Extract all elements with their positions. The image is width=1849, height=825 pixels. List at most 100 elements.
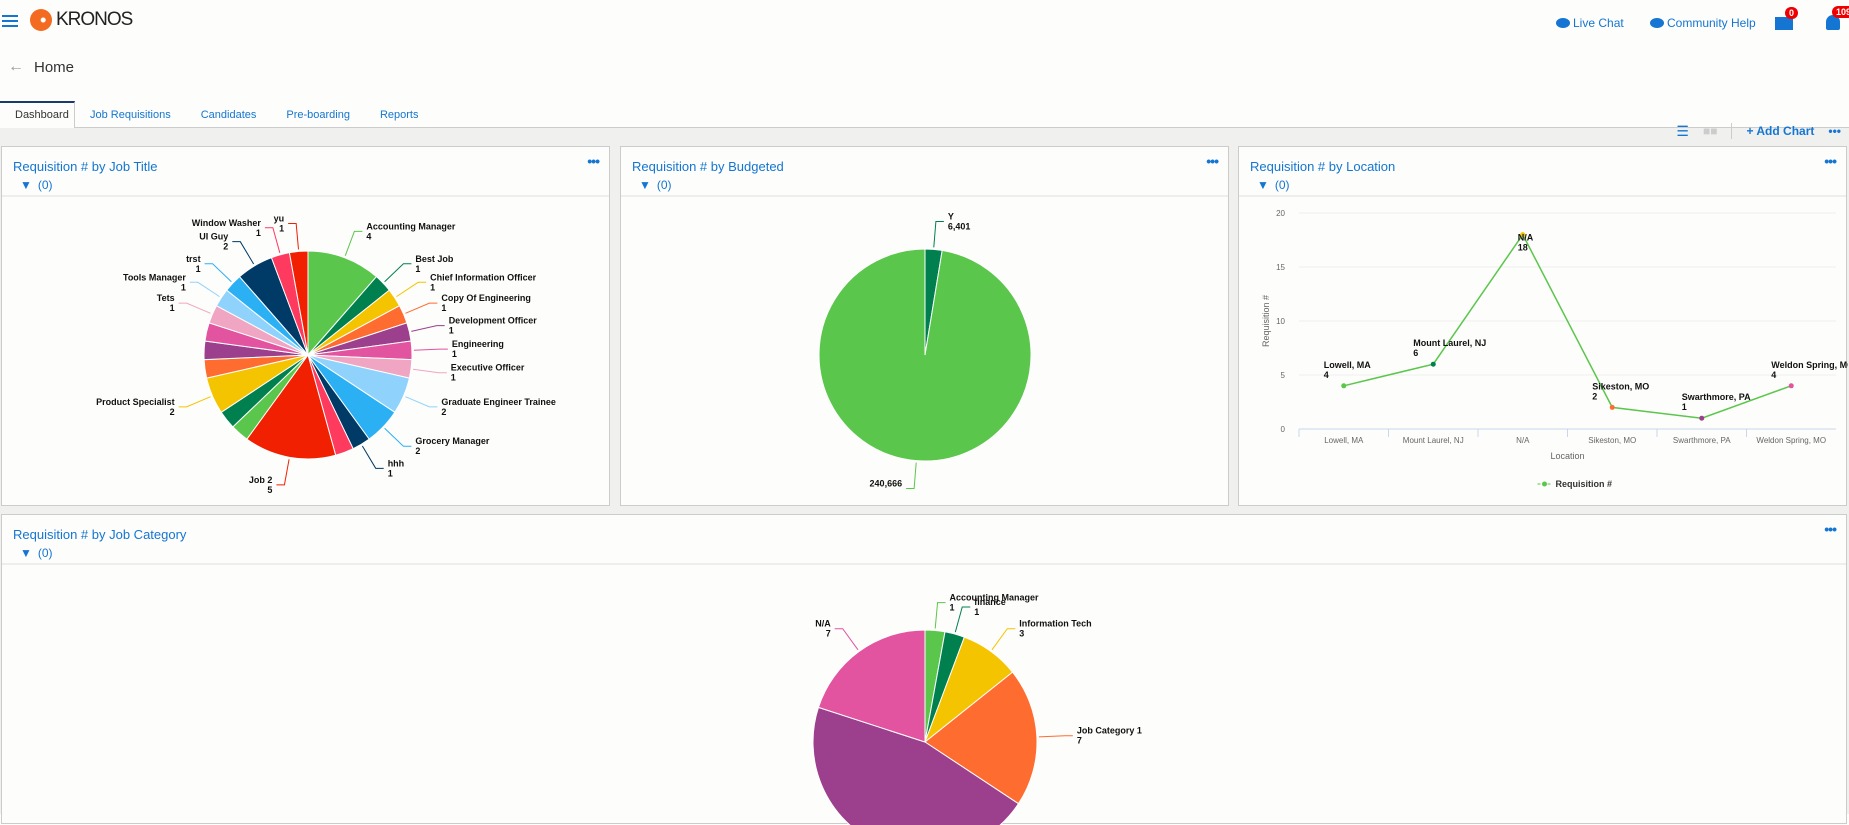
data-label: N/A 7 — [815, 619, 831, 639]
tab-reports[interactable]: Reports — [365, 101, 434, 128]
y-tick-label: 0 — [1281, 425, 1286, 434]
tab-candidates[interactable]: Candidates — [186, 101, 272, 128]
data-label: Best Job 1 — [415, 254, 454, 274]
job-title-pie-chart: Accounting Manager 4 Best Job 1Chief Inform… — [96, 214, 556, 495]
leader-line — [204, 263, 232, 283]
legend-marker — [1542, 481, 1547, 487]
more-options-button[interactable]: ••• — [1828, 124, 1841, 138]
community-help-label: Community Help — [1667, 16, 1756, 30]
panel-job-title: Requisition # by Job Title ••• ▼ (0) Acco… — [1, 146, 610, 506]
data-label: Executive Officer 1 — [451, 363, 525, 383]
y-axis-title: Requisition # — [1261, 295, 1271, 347]
data-label: finance 1 — [974, 597, 1006, 617]
leader-line — [405, 302, 438, 314]
data-label: Lowell, MA 4 — [1324, 360, 1372, 380]
menu-icon[interactable] — [2, 12, 18, 28]
tab-bar: Dashboard Job Requisitions Candidates Pr… — [0, 101, 1849, 129]
x-tick-label: Sikeston, MO — [1588, 436, 1636, 445]
data-label: Engineering 1 — [452, 339, 504, 359]
leader-line — [933, 220, 944, 248]
mail-badge: 0 — [1785, 7, 1799, 19]
leader-line — [834, 628, 859, 651]
leader-line — [396, 281, 427, 298]
leader-line — [232, 241, 255, 265]
data-label: Swarthmore, PA 1 — [1682, 392, 1751, 412]
x-tick-label: Lowell, MA — [1324, 436, 1364, 445]
data-label: Chief Information Officer 1 — [430, 272, 537, 292]
y-tick-label: 15 — [1276, 263, 1285, 272]
panel-job-category: Requisition # by Job Category ••• ▼ (0) A… — [1, 514, 1847, 825]
leader-line — [405, 396, 438, 408]
leader-line — [412, 368, 447, 374]
notification-badge: 109 — [1832, 6, 1849, 18]
x-tick-label: Mount Laurel, NJ — [1403, 436, 1464, 445]
data-label: Product Specialist 2 — [96, 397, 175, 417]
data-label: Tools Manager 1 — [123, 272, 186, 292]
data-label: Accounting Manager 4 — [366, 221, 456, 241]
tab-dashboard[interactable]: Dashboard — [0, 101, 75, 129]
data-label: UI Guy 2 — [199, 232, 228, 252]
y-tick-label: 5 — [1281, 371, 1286, 380]
leader-line — [344, 230, 363, 256]
data-point — [1699, 415, 1705, 421]
data-label: Grocery Manager 2 — [415, 436, 490, 456]
list-view-icon[interactable]: ☰ — [1676, 123, 1689, 140]
x-axis-title: Location — [1550, 451, 1584, 461]
data-label: Graduate Engineer Trainee 2 — [441, 397, 556, 417]
data-label: Information Tech 3 — [1019, 619, 1091, 639]
data-label: Job Category 17 — [1077, 726, 1142, 746]
leader-line — [954, 606, 971, 633]
chat-icon — [1650, 18, 1664, 28]
tab-job-requisitions[interactable]: Job Requisitions — [75, 101, 186, 128]
data-point — [1341, 383, 1347, 389]
kronos-logo: KRONOS — [30, 9, 133, 31]
chat-icon — [1556, 18, 1570, 28]
page-title: Home — [34, 58, 75, 76]
leader-line — [178, 396, 211, 408]
y-tick-label: 20 — [1276, 209, 1285, 218]
data-label: Development Officer 1 — [449, 316, 538, 336]
x-tick-label: Weldon Spring, MO — [1756, 436, 1826, 445]
data-label: Y 6,401 — [948, 211, 971, 231]
budgeted-pie-chart: Y 6,401 240,666 — [818, 211, 1032, 490]
leader-line — [384, 263, 412, 283]
leader-line — [276, 459, 290, 486]
tab-pre-boarding[interactable]: Pre-boarding — [271, 101, 365, 128]
series-line — [1343, 233, 1792, 419]
live-chat-label: Live Chat — [1573, 16, 1624, 30]
data-label: yu 1 — [274, 214, 285, 234]
leader-line — [264, 227, 281, 253]
live-chat-link[interactable]: Live Chat — [1556, 16, 1624, 30]
leader-line — [361, 445, 384, 469]
x-tick-label: N/A — [1516, 436, 1530, 445]
panel-location: Requisition # by Location ••• ▼ (0) 0 5 10 1… — [1238, 146, 1848, 506]
breadcrumb: ← Home — [8, 58, 74, 76]
x-tick-label: Swarthmore, PA — [1673, 436, 1731, 445]
data-point — [1609, 404, 1615, 410]
data-label: Tets 1 — [157, 293, 175, 313]
leader-line — [178, 302, 211, 314]
leader-line — [413, 348, 448, 351]
community-help-link[interactable]: Community Help — [1650, 16, 1756, 30]
location-line-chart: 0 5 10 15 20 Lowell, MA Mount Laurel, NJ N/A Sik… — [1261, 209, 1848, 489]
data-label: 240,666 — [870, 479, 903, 489]
leader-line — [1038, 735, 1073, 738]
dashboard-toolbar: ☰ ■■ + Add Chart ••• — [1676, 122, 1841, 140]
grid-view-icon[interactable]: ■■ — [1703, 124, 1718, 138]
data-label: hhh 1 — [388, 458, 405, 478]
panel-budgeted: Requisition # by Budgeted ••• ▼ (0) Y 6,40… — [620, 146, 1229, 506]
pie-slice — [818, 248, 1032, 462]
bell-icon[interactable]: 109 — [1826, 6, 1849, 30]
leader-line — [411, 325, 445, 332]
brand-text: KRONOS — [56, 9, 133, 30]
data-point — [1430, 361, 1436, 367]
mail-icon[interactable]: 0 — [1775, 7, 1799, 30]
add-chart-button[interactable]: + Add Chart — [1746, 124, 1814, 138]
data-point — [1788, 383, 1794, 389]
y-tick-label: 10 — [1276, 317, 1285, 326]
data-label: Copy Of Engineering 1 — [441, 293, 531, 313]
back-arrow-icon[interactable]: ← — [8, 58, 24, 76]
leader-line — [288, 223, 299, 250]
divider — [1731, 123, 1733, 139]
legend-label: Requisition # — [1556, 479, 1613, 489]
